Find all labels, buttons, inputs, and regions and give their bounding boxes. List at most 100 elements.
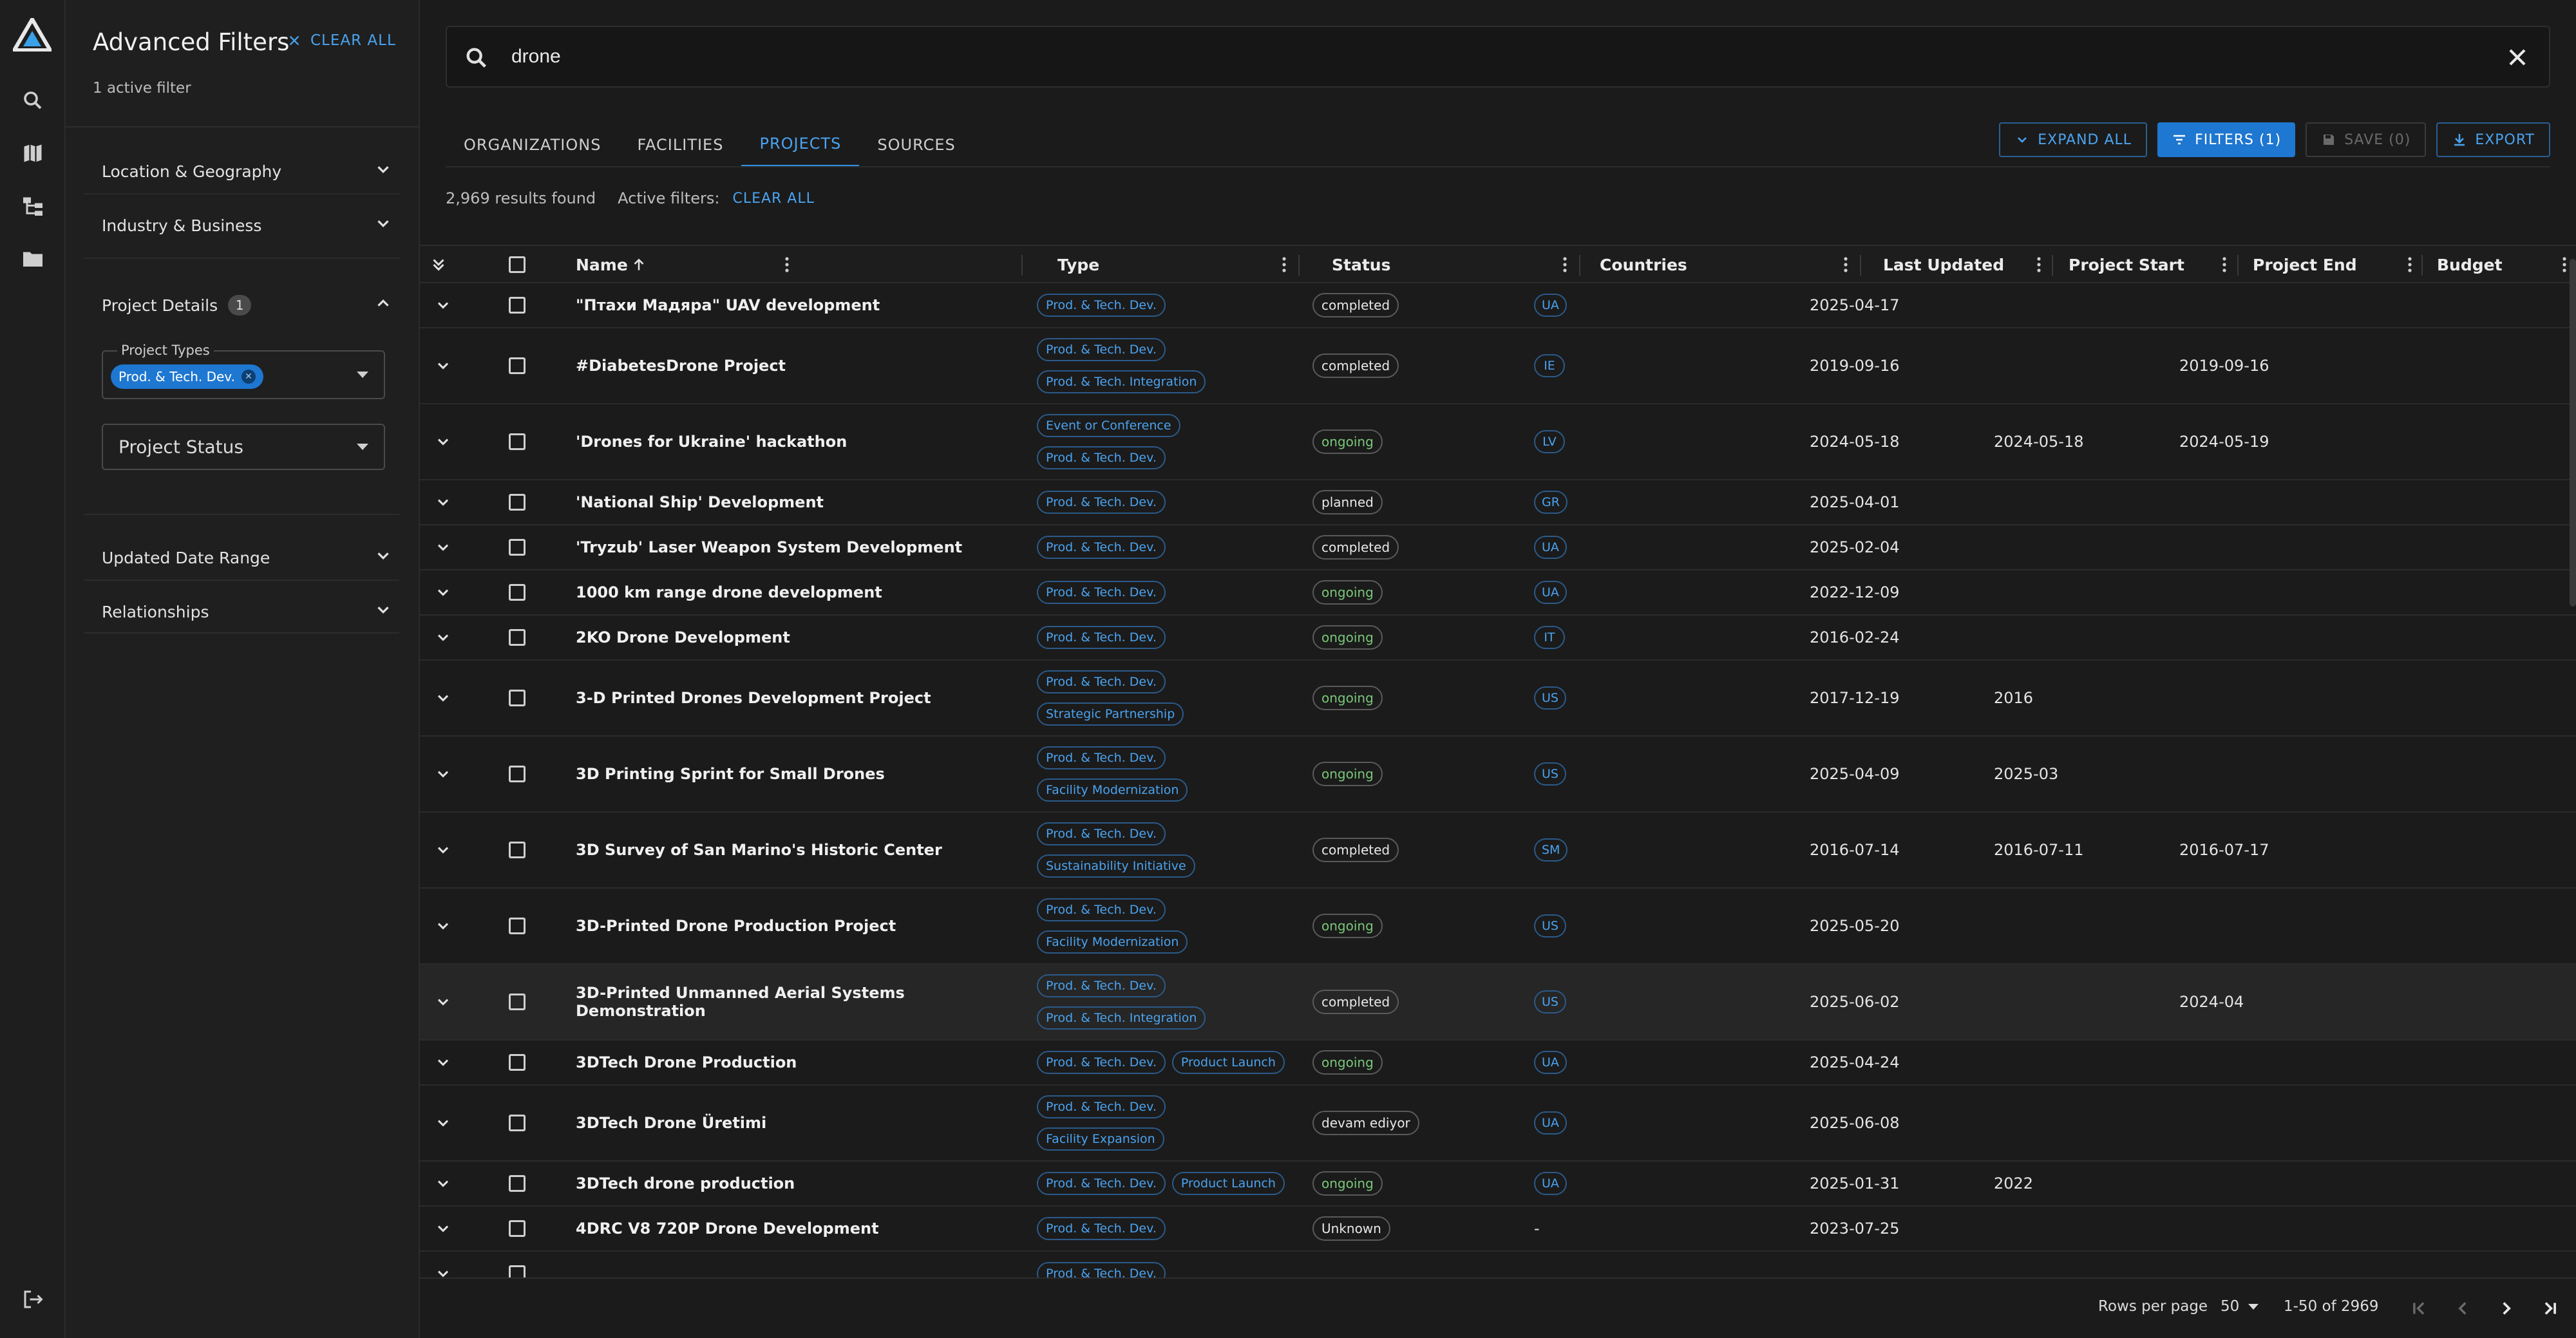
- project-name[interactable]: 'Tryzub' Laser Weapon System Development: [576, 525, 1020, 569]
- export-button[interactable]: EXPORT: [2436, 122, 2550, 157]
- table-row[interactable]: 3D-Printed Unmanned Aerial Systems Demon…: [420, 965, 2576, 1041]
- project-name[interactable]: 3DTech Drone Üretimi: [576, 1086, 1020, 1160]
- table-row[interactable]: 'Drones for Ukraine' hackathon Event or C…: [420, 404, 2576, 480]
- column-header-project-end[interactable]: Project End: [2237, 246, 2421, 283]
- row-checkbox[interactable]: [509, 525, 547, 569]
- table-row[interactable]: 'National Ship' Development Prod. & Tech.…: [420, 480, 2576, 525]
- search-icon[interactable]: [20, 88, 46, 113]
- rows-per-page-select[interactable]: 50: [2221, 1298, 2259, 1315]
- first-page-icon[interactable]: [2405, 1294, 2433, 1323]
- next-page-icon[interactable]: [2492, 1294, 2521, 1323]
- expand-row-icon[interactable]: [434, 1252, 460, 1277]
- project-name[interactable]: 3D-Printed Unmanned Aerial Systems Demon…: [576, 965, 1020, 1039]
- tab-facilities[interactable]: FACILITIES: [619, 122, 741, 167]
- expand-row-icon[interactable]: [434, 1041, 460, 1084]
- save-button[interactable]: SAVE (0): [2306, 122, 2427, 157]
- row-checkbox[interactable]: [509, 1041, 547, 1084]
- column-menu-icon[interactable]: [2407, 256, 2412, 273]
- row-checkbox[interactable]: [509, 480, 547, 524]
- column-menu-icon[interactable]: [1282, 256, 1287, 273]
- expand-row-icon[interactable]: [434, 737, 460, 811]
- expand-row-icon[interactable]: [434, 1207, 460, 1250]
- map-icon[interactable]: [20, 140, 46, 166]
- project-name[interactable]: 'Drones for Ukraine' hackathon: [576, 404, 1020, 479]
- expand-row-icon[interactable]: [434, 328, 460, 403]
- expand-row-icon[interactable]: [434, 813, 460, 887]
- row-checkbox[interactable]: [509, 404, 547, 479]
- project-name[interactable]: 3D Survey of San Marino's Historic Cente…: [576, 813, 1020, 887]
- column-menu-icon[interactable]: [2036, 256, 2041, 273]
- expand-row-icon[interactable]: [434, 404, 460, 479]
- project-name[interactable]: 2KO Drone Development: [576, 616, 1020, 659]
- project-name[interactable]: 4DRC V8 720P Drone Development: [576, 1207, 1020, 1250]
- project-name[interactable]: "Птахи Мадяра" UAV development: [576, 283, 1020, 327]
- filter-chip[interactable]: Prod. & Tech. Dev. ✕: [111, 364, 263, 389]
- expand-row-icon[interactable]: [434, 570, 460, 614]
- column-header-budget[interactable]: Budget: [2421, 246, 2576, 283]
- row-checkbox[interactable]: [509, 889, 547, 963]
- table-row[interactable]: #DiabetesDrone Project Prod. & Tech. Dev.…: [420, 328, 2576, 404]
- table-row[interactable]: 'Tryzub' Laser Weapon System Development…: [420, 525, 2576, 570]
- column-menu-icon[interactable]: [1843, 256, 1848, 273]
- expand-all-rows-icon[interactable]: [429, 246, 468, 283]
- column-menu-icon[interactable]: [2222, 256, 2227, 273]
- tab-sources[interactable]: SOURCES: [859, 122, 973, 167]
- project-types-select[interactable]: Project Types Prod. & Tech. Dev. ✕: [102, 343, 385, 399]
- accordion-industry[interactable]: Industry & Business: [84, 205, 399, 246]
- row-checkbox[interactable]: [509, 328, 547, 403]
- logout-icon[interactable]: [20, 1286, 46, 1312]
- project-name[interactable]: #DiabetesDrone Project: [576, 328, 1020, 403]
- clear-search-icon[interactable]: [2505, 45, 2530, 70]
- clear-all-link[interactable]: CLEAR ALL: [732, 191, 814, 207]
- table-row[interactable]: 2KO Drone Development Prod. & Tech. Dev. o…: [420, 616, 2576, 661]
- accordion-relationships[interactable]: Relationships: [84, 591, 399, 632]
- project-name[interactable]: 1000 km range drone development: [576, 570, 1020, 614]
- expand-row-icon[interactable]: [434, 965, 460, 1039]
- chip-remove-icon[interactable]: ✕: [241, 370, 256, 384]
- table-row[interactable]: 3D Survey of San Marino's Historic Cente…: [420, 813, 2576, 889]
- project-status-select[interactable]: Project Status: [102, 424, 385, 470]
- accordion-location[interactable]: Location & Geography: [84, 151, 399, 192]
- column-menu-icon[interactable]: [2562, 256, 2567, 273]
- accordion-project-details[interactable]: Project Details 1: [84, 285, 399, 326]
- table-row[interactable]: 3D-Printed Drone Production Project Prod.…: [420, 889, 2576, 965]
- row-checkbox[interactable]: [509, 570, 547, 614]
- row-checkbox[interactable]: [509, 283, 547, 327]
- folder-icon[interactable]: [20, 246, 46, 272]
- clear-all-filters-button[interactable]: CLEAR ALL: [287, 32, 396, 49]
- column-header-countries[interactable]: Countries: [1593, 246, 1857, 283]
- row-checkbox[interactable]: [509, 661, 547, 735]
- hierarchy-icon[interactable]: [20, 193, 46, 219]
- search-input[interactable]: [511, 27, 2443, 86]
- table-row[interactable]: 3-D Printed Drones Development Project Pr…: [420, 661, 2576, 737]
- expand-row-icon[interactable]: [434, 1086, 460, 1160]
- filters-button[interactable]: FILTERS (1): [2157, 122, 2296, 157]
- row-checkbox[interactable]: [509, 1252, 547, 1277]
- logo-icon[interactable]: [10, 15, 54, 52]
- column-header-project-start[interactable]: Project Start: [2052, 246, 2236, 283]
- row-checkbox[interactable]: [509, 1162, 547, 1205]
- column-menu-icon[interactable]: [784, 256, 790, 273]
- row-checkbox[interactable]: [509, 737, 547, 811]
- table-row[interactable]: Prod. & Tech. Dev.: [420, 1252, 2576, 1277]
- expand-row-icon[interactable]: [434, 1162, 460, 1205]
- vertical-scrollbar[interactable]: [2570, 259, 2576, 607]
- table-row[interactable]: 3DTech Drone Üretimi Prod. & Tech. Dev. Fa…: [420, 1086, 2576, 1162]
- expand-row-icon[interactable]: [434, 525, 460, 569]
- table-row[interactable]: 3D Printing Sprint for Small Drones Prod.…: [420, 737, 2576, 813]
- row-checkbox[interactable]: [509, 1207, 547, 1250]
- expand-row-icon[interactable]: [434, 480, 460, 524]
- column-header-status[interactable]: Status: [1312, 246, 1577, 283]
- table-row[interactable]: "Птахи Мадяра" UAV development Prod. & Te…: [420, 283, 2576, 328]
- table-row[interactable]: 3DTech Drone Production Prod. & Tech. Dev…: [420, 1041, 2576, 1086]
- table-row[interactable]: 1000 km range drone development Prod. & T…: [420, 570, 2576, 616]
- expand-row-icon[interactable]: [434, 283, 460, 327]
- expand-all-button[interactable]: EXPAND ALL: [1999, 122, 2148, 157]
- project-name[interactable]: 'National Ship' Development: [576, 480, 1020, 524]
- column-header-last-updated[interactable]: Last Updated: [1868, 246, 2050, 283]
- tab-organizations[interactable]: ORGANIZATIONS: [446, 122, 619, 167]
- project-name[interactable]: 3D-Printed Drone Production Project: [576, 889, 1020, 963]
- table-row[interactable]: 4DRC V8 720P Drone Development Prod. & Te…: [420, 1207, 2576, 1252]
- last-page-icon[interactable]: [2536, 1294, 2564, 1323]
- expand-row-icon[interactable]: [434, 889, 460, 963]
